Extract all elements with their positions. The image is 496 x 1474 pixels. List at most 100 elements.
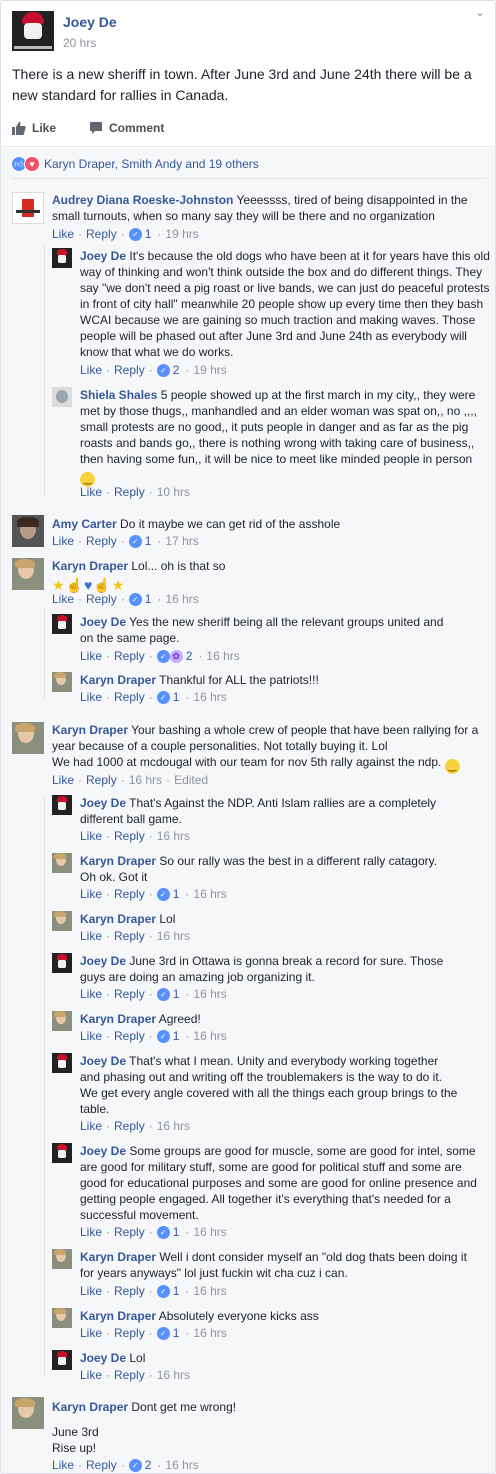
- comment-time[interactable]: 16 hrs: [193, 987, 226, 1001]
- comment-time[interactable]: 17 hrs: [165, 534, 198, 548]
- commenter-avatar[interactable]: [52, 1053, 72, 1073]
- like-count[interactable]: 1: [145, 227, 152, 241]
- comment-like-link[interactable]: Like: [80, 1029, 102, 1043]
- commenter-name[interactable]: Joey De: [80, 796, 126, 810]
- comment-like-link[interactable]: Like: [80, 363, 102, 377]
- like-count[interactable]: 2: [173, 363, 180, 377]
- like-button[interactable]: Like: [12, 121, 56, 135]
- commenter-avatar[interactable]: [52, 672, 72, 692]
- commenter-name[interactable]: Amy Carter: [52, 517, 117, 531]
- comment-like-link[interactable]: Like: [80, 1225, 102, 1239]
- comment-time[interactable]: 16 hrs: [206, 649, 239, 663]
- like-count[interactable]: 1: [173, 887, 180, 901]
- commenter-avatar[interactable]: [12, 558, 44, 590]
- comment-time[interactable]: 16 hrs: [129, 773, 162, 787]
- commenter-avatar[interactable]: [52, 853, 72, 873]
- commenter-avatar[interactable]: [52, 1249, 72, 1269]
- commenter-avatar[interactable]: [52, 248, 72, 268]
- commenter-avatar[interactable]: [12, 192, 44, 224]
- commenter-avatar[interactable]: [52, 795, 72, 815]
- commenter-name[interactable]: Joey De: [80, 1144, 126, 1158]
- comment-reply-link[interactable]: Reply: [114, 363, 145, 377]
- like-count[interactable]: 1: [145, 592, 152, 606]
- commenter-name[interactable]: Karyn Draper: [80, 1309, 156, 1323]
- comment-like-link[interactable]: Like: [80, 887, 102, 901]
- comment-reply-link[interactable]: Reply: [114, 1368, 145, 1382]
- comment-reply-link[interactable]: Reply: [114, 1029, 145, 1043]
- commenter-name[interactable]: Karyn Draper: [52, 723, 128, 737]
- comment-time[interactable]: 16 hrs: [193, 1284, 226, 1298]
- comment-time[interactable]: 16 hrs: [165, 1458, 198, 1472]
- comment-time[interactable]: 16 hrs: [157, 829, 190, 843]
- comment-time[interactable]: 19 hrs: [193, 363, 226, 377]
- comment-time[interactable]: 16 hrs: [193, 690, 226, 704]
- comment-like-link[interactable]: Like: [52, 1458, 74, 1472]
- comment-like-link[interactable]: Like: [52, 227, 74, 241]
- comment-like-link[interactable]: Like: [80, 485, 102, 499]
- comment-reply-link[interactable]: Reply: [114, 829, 145, 843]
- commenter-name[interactable]: Karyn Draper: [80, 1250, 156, 1264]
- comment-reply-link[interactable]: Reply: [86, 592, 117, 606]
- commenter-avatar[interactable]: [52, 911, 72, 931]
- commenter-name[interactable]: Karyn Draper: [80, 1012, 156, 1026]
- like-count[interactable]: 1: [173, 987, 180, 1001]
- comment-like-link[interactable]: Like: [52, 534, 74, 548]
- commenter-name[interactable]: Joey De: [80, 1351, 126, 1365]
- comment-reply-link[interactable]: Reply: [114, 649, 145, 663]
- comment-time[interactable]: 16 hrs: [193, 887, 226, 901]
- post-author-avatar[interactable]: [12, 11, 54, 51]
- commenter-avatar[interactable]: [12, 722, 44, 754]
- commenter-avatar[interactable]: [52, 953, 72, 973]
- comment-like-link[interactable]: Like: [52, 592, 74, 606]
- commenter-avatar[interactable]: [52, 1143, 72, 1163]
- post-options-chevron-icon[interactable]: ⌄: [473, 5, 487, 19]
- comment-like-link[interactable]: Like: [80, 649, 102, 663]
- comment-button[interactable]: Comment: [89, 121, 164, 135]
- comment-like-link[interactable]: Like: [80, 1326, 102, 1340]
- commenter-name[interactable]: Joey De: [80, 1054, 126, 1068]
- commenter-name[interactable]: Audrey Diana Roeske-Johnston: [52, 193, 233, 207]
- commenter-name[interactable]: Karyn Draper: [80, 912, 156, 926]
- comment-time[interactable]: 10 hrs: [157, 485, 190, 499]
- post-timestamp[interactable]: 20 hrs: [63, 36, 117, 50]
- commenter-name[interactable]: Karyn Draper: [52, 1400, 128, 1414]
- reactions-summary[interactable]: 👍︎ ♥ Karyn Draper, Smith Andy and 19 oth…: [11, 156, 259, 172]
- comment-reply-link[interactable]: Reply: [114, 485, 145, 499]
- like-count[interactable]: 2: [186, 649, 193, 663]
- comment-reply-link[interactable]: Reply: [114, 1326, 145, 1340]
- comment-like-link[interactable]: Like: [80, 1368, 102, 1382]
- comment-reply-link[interactable]: Reply: [86, 773, 117, 787]
- comment-reply-link[interactable]: Reply: [114, 987, 145, 1001]
- comment-time[interactable]: 16 hrs: [157, 929, 190, 943]
- comment-reply-link[interactable]: Reply: [114, 690, 145, 704]
- comment-time[interactable]: 16 hrs: [157, 1119, 190, 1133]
- commenter-name[interactable]: Karyn Draper: [52, 559, 128, 573]
- comment-reply-link[interactable]: Reply: [86, 227, 117, 241]
- commenter-name[interactable]: Karyn Draper: [80, 854, 156, 868]
- comment-like-link[interactable]: Like: [80, 690, 102, 704]
- comment-reply-link[interactable]: Reply: [114, 887, 145, 901]
- commenter-name[interactable]: Joey De: [80, 615, 126, 629]
- comment-like-link[interactable]: Like: [80, 987, 102, 1001]
- comment-time[interactable]: 16 hrs: [165, 592, 198, 606]
- edited-label[interactable]: Edited: [174, 773, 208, 787]
- commenter-name[interactable]: Karyn Draper: [80, 673, 156, 687]
- commenter-avatar[interactable]: [12, 515, 44, 547]
- comment-reply-link[interactable]: Reply: [114, 1284, 145, 1298]
- comment-time[interactable]: 16 hrs: [193, 1029, 226, 1043]
- commenter-name[interactable]: Joey De: [80, 249, 126, 263]
- like-count[interactable]: 2: [145, 1458, 152, 1472]
- comment-reply-link[interactable]: Reply: [86, 534, 117, 548]
- comment-time[interactable]: 16 hrs: [193, 1225, 226, 1239]
- like-count[interactable]: 1: [173, 1284, 180, 1298]
- comment-reply-link[interactable]: Reply: [114, 929, 145, 943]
- comment-like-link[interactable]: Like: [80, 1284, 102, 1298]
- comment-like-link[interactable]: Like: [80, 929, 102, 943]
- comment-reply-link[interactable]: Reply: [86, 1458, 117, 1472]
- reactions-text[interactable]: Karyn Draper, Smith Andy and 19 others: [44, 157, 259, 171]
- like-count[interactable]: 1: [173, 690, 180, 704]
- commenter-avatar[interactable]: [52, 1011, 72, 1031]
- commenter-avatar[interactable]: [52, 614, 72, 634]
- like-count[interactable]: 1: [145, 534, 152, 548]
- comment-time[interactable]: 19 hrs: [165, 227, 198, 241]
